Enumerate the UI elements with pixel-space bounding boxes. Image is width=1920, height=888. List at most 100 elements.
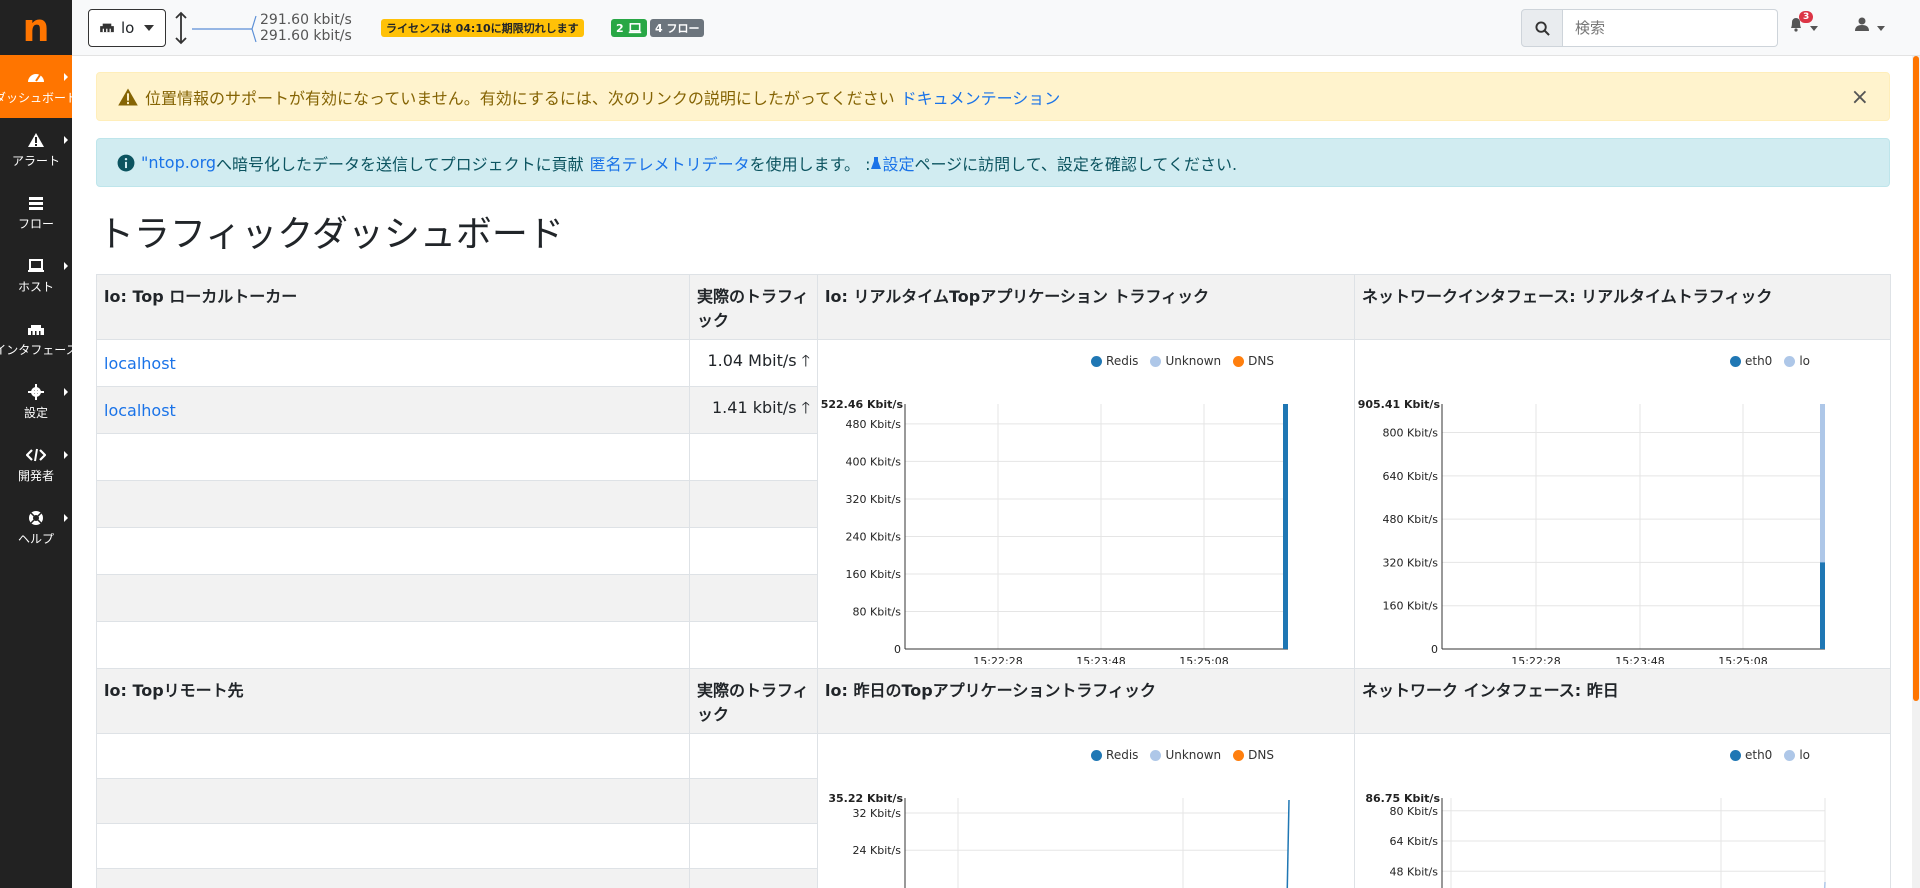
- ntop-org-link[interactable]: "ntop.org: [141, 153, 216, 172]
- x-tick-label: 15:25:08: [1718, 655, 1767, 664]
- table-row: [689, 527, 818, 575]
- flask-icon: [871, 156, 882, 169]
- actual-traffic-header: 実際のトラフィック: [689, 668, 818, 734]
- sidebar-item-dashboard[interactable]: ダッシュボード: [0, 55, 72, 118]
- stream-icon: [28, 194, 44, 212]
- cog-icon: [28, 383, 44, 401]
- sidebar-item-alerts[interactable]: アラート: [0, 118, 72, 181]
- sidebar-item-label: フロー: [17, 216, 54, 231]
- flows-badge[interactable]: 4 フロー: [650, 19, 705, 37]
- scrollbar-thumb[interactable]: [1913, 56, 1919, 701]
- realtime-apps-header: lo: リアルタイムTopアプリケーション トラフィック: [817, 274, 1355, 340]
- y-tick-label: 320 Kbit/s: [846, 493, 902, 506]
- y-tick-label: 480 Kbit/s: [846, 418, 902, 431]
- ntop-logo[interactable]: n: [0, 0, 72, 55]
- hosts-badge[interactable]: 2: [611, 19, 647, 37]
- x-tick-label: 15:22:28: [973, 655, 1022, 664]
- sidebar-item-label: 開発者: [17, 468, 54, 483]
- settings-link[interactable]: 設定: [882, 151, 914, 175]
- traffic-value: 1.41 kbit/s: [712, 397, 797, 417]
- sidebar-item-settings[interactable]: 設定: [0, 370, 72, 433]
- table-row: localhost: [96, 386, 690, 434]
- legend-item[interactable]: Redis: [1091, 354, 1138, 368]
- page-scrollbar[interactable]: [1912, 56, 1920, 888]
- table-row: [96, 621, 690, 669]
- close-alert-button[interactable]: ×: [1851, 85, 1869, 110]
- sidebar-item-label: ホスト: [17, 279, 54, 294]
- sidebar-item-label: インタフェース: [0, 342, 72, 357]
- traffic-value: 1.04 Mbit/s: [707, 350, 797, 370]
- legend-item[interactable]: Unknown: [1150, 354, 1221, 368]
- legend-dot: [1233, 355, 1245, 367]
- user-menu-button[interactable]: [1854, 16, 1886, 36]
- caret-down-icon: [1877, 25, 1886, 31]
- x-tick-label: 15:23:48: [1076, 655, 1125, 664]
- caret-down-icon: [1810, 25, 1819, 31]
- telemetry-link[interactable]: 匿名テレメトリデータ: [590, 151, 750, 175]
- user-icon: [1855, 17, 1869, 31]
- traffic-sparkline: [192, 14, 258, 48]
- legend-item[interactable]: DNS: [1233, 748, 1274, 762]
- y-tick-label: 400 Kbit/s: [846, 455, 902, 468]
- ethernet-icon: [99, 19, 115, 37]
- legend-item[interactable]: lo: [1784, 748, 1810, 762]
- y-max-label: 35.22 Kbit/s: [828, 792, 903, 805]
- iface-realtime-chart-cell: eth0 lo 905.41 Kbit/s 800 Kbit/s 640 Kbit/…: [1354, 339, 1891, 669]
- y-tick-label: 480 Kbit/s: [1383, 513, 1439, 526]
- interface-selector[interactable]: lo: [88, 9, 166, 47]
- caret-right-icon: [64, 262, 68, 270]
- warning-icon: [117, 87, 139, 107]
- legend-item[interactable]: DNS: [1233, 354, 1274, 368]
- y-tick-label: 800 Kbit/s: [1383, 427, 1439, 440]
- sidebar-item-hosts[interactable]: ホスト: [0, 244, 72, 307]
- search-button[interactable]: [1521, 9, 1563, 47]
- legend-item[interactable]: lo: [1784, 354, 1810, 368]
- legend-item[interactable]: Unknown: [1150, 748, 1221, 762]
- iface-realtime-header: ネットワークインタフェース: リアルタイムトラフィック: [1354, 274, 1891, 340]
- series-line: [1823, 881, 1826, 888]
- caret-right-icon: [64, 388, 68, 396]
- y-tick-label: 160 Kbit/s: [846, 568, 902, 581]
- y-tick-label: 0: [1431, 643, 1438, 656]
- telemetry-text: ページに訪問して、設定を確認してください.: [914, 154, 1238, 174]
- actual-traffic-header: 実際のトラフィック: [689, 274, 818, 340]
- sidebar-item-developer[interactable]: 開発者: [0, 433, 72, 496]
- table-row: [96, 574, 690, 622]
- code-icon: [26, 446, 46, 464]
- search-icon: [1534, 20, 1550, 36]
- top-local-talkers-header: lo: Top ローカルトーカー: [96, 274, 690, 340]
- table-row: [96, 823, 690, 869]
- y-max-label: 522.46 Kbit/s: [821, 398, 904, 411]
- iface-realtime-chart: 905.41 Kbit/s 800 Kbit/s 640 Kbit/s 480 Kbi…: [1358, 398, 1825, 668]
- legend-item[interactable]: eth0: [1729, 748, 1772, 762]
- search-input[interactable]: [1563, 9, 1778, 47]
- telemetry-text: を使用します。 :: [749, 154, 871, 174]
- traffic-cell: 1.04 Mbit/s 🡑: [689, 339, 818, 387]
- rate-download: 291.60 kbit/s: [260, 28, 352, 44]
- table-row: [689, 574, 818, 622]
- sidebar-item-label: アラート: [11, 153, 60, 168]
- up-down-arrow-icon: [174, 11, 188, 49]
- legend-item[interactable]: Redis: [1091, 748, 1138, 762]
- realtime-apps-chart-cell: Redis Unknown DNS 522.46 Kbit/s 480 Kbit/…: [817, 339, 1355, 669]
- iface-yesterday-chart-cell: eth0 lo 86.75 Kbit/s 80 Kbit/s 64 Kbit/s 48…: [1354, 733, 1891, 888]
- sidebar-item-help[interactable]: ヘルプ: [0, 496, 72, 559]
- sidebar-item-flows[interactable]: フロー: [0, 181, 72, 244]
- y-max-label: 86.75 Kbit/s: [1365, 792, 1440, 805]
- host-link[interactable]: localhost: [104, 354, 176, 373]
- table-row: [689, 868, 818, 888]
- table-row: [96, 778, 690, 824]
- documentation-link[interactable]: ドキュメンテーション: [901, 85, 1061, 109]
- throughput-readout: 291.60 kbit/s 291.60 kbit/s: [260, 12, 352, 44]
- legend-dot: [1091, 749, 1103, 761]
- table-row: [96, 733, 690, 779]
- legend-dot: [1784, 749, 1796, 761]
- legend-item[interactable]: eth0: [1729, 354, 1772, 368]
- iface-yesterday-header: ネットワーク インタフェース: 昨日: [1354, 668, 1891, 734]
- sidebar-item-interfaces[interactable]: インタフェース: [0, 307, 72, 370]
- dashboard-table: lo: Top ローカルトーカー 実際のトラフィック lo: リアルタイムTop…: [96, 274, 1891, 888]
- iface-yesterday-chart: 86.75 Kbit/s80 Kbit/s 64 Kbit/s 48 Kbit/s: [1365, 792, 1826, 888]
- telemetry-text: へ暗号化したデータを送信してプロジェクトに貢献: [216, 154, 584, 174]
- host-link[interactable]: localhost: [104, 401, 176, 420]
- table-row: [689, 480, 818, 528]
